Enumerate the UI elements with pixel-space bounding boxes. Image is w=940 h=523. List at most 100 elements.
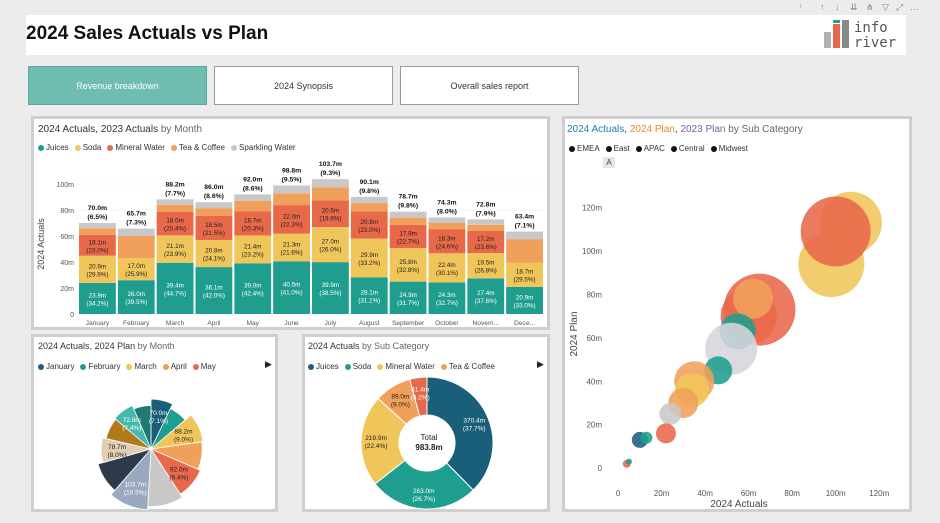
legend-label: January xyxy=(46,362,75,371)
bubble-point[interactable] xyxy=(800,196,871,267)
x-tick-label: March xyxy=(166,320,185,327)
tab-overall-sales-report[interactable]: Overall sales report xyxy=(400,66,579,105)
legend-item[interactable]: EMEA xyxy=(569,144,600,153)
legend-item[interactable]: May xyxy=(192,362,216,371)
title-part: 2024 Actuals xyxy=(38,124,96,135)
bubble-point[interactable] xyxy=(625,458,632,465)
down-arrow-icon[interactable]: ↓ xyxy=(835,2,840,12)
bar-total-label: 103.7m xyxy=(319,161,342,168)
bar-segment[interactable] xyxy=(506,239,543,263)
bar-segment[interactable] xyxy=(506,231,543,240)
filter-icon[interactable]: ▽ xyxy=(882,2,889,13)
legend-item[interactable]: Mineral Water xyxy=(377,362,435,371)
more-icon[interactable]: … xyxy=(910,2,919,12)
segment-value-label: 17.2m xyxy=(477,236,495,243)
x-tick-label: October xyxy=(435,320,459,327)
title-part: by Sub Category xyxy=(725,124,803,135)
bar-segment[interactable] xyxy=(428,217,466,223)
legend-item[interactable]: March xyxy=(126,362,157,371)
segment-value-label: 17.9m xyxy=(399,230,417,237)
slice-pct-label: (7.4%) xyxy=(122,425,141,432)
bar-segment[interactable] xyxy=(467,219,505,225)
bar-segment[interactable] xyxy=(195,202,233,209)
logo-text-top: info xyxy=(854,20,888,36)
legend-item[interactable]: Midwest xyxy=(710,144,748,153)
expand-icon[interactable]: ⤢ xyxy=(896,2,903,13)
legend-next-icon[interactable]: ▶ xyxy=(537,359,544,370)
bar-segment[interactable] xyxy=(117,236,155,259)
x-tick-label: 60m xyxy=(741,489,757,498)
legend-item[interactable]: Tea & Coffee xyxy=(440,362,495,371)
legend-item[interactable]: Soda xyxy=(344,362,372,371)
tab-2024-synopsis[interactable]: 2024 Synopsis xyxy=(214,66,393,105)
segment-value-label: 20.9m xyxy=(89,263,107,270)
x-tick-label: September xyxy=(392,320,425,327)
segment-value-label: 20.9m xyxy=(516,294,534,301)
legend-item[interactable]: East xyxy=(605,144,630,153)
bar-segment[interactable] xyxy=(389,217,427,225)
bar-segment[interactable] xyxy=(79,223,116,229)
bar-segment[interactable] xyxy=(350,196,388,204)
bar-segment[interactable] xyxy=(312,187,349,201)
bar-segment[interactable] xyxy=(234,200,272,212)
segment-pct-label: (39.5%) xyxy=(125,299,147,306)
bar-segment[interactable] xyxy=(428,223,466,230)
legend-item[interactable]: APAC xyxy=(635,144,665,153)
x-axis-label: 2024 Actuals xyxy=(710,499,767,509)
segment-value-label: 21.3m xyxy=(283,242,301,249)
segment-value-label: 20.8m xyxy=(360,219,378,226)
bar-segment[interactable] xyxy=(389,211,427,218)
segment-pct-label: (37.6%) xyxy=(475,298,497,305)
double-down-icon[interactable]: ⇊ xyxy=(850,2,858,13)
legend-item[interactable]: April xyxy=(162,362,187,371)
legend-item[interactable]: January xyxy=(38,362,74,371)
bubble-point[interactable] xyxy=(733,278,773,319)
x-tick-label: August xyxy=(359,320,380,327)
bar-segment[interactable] xyxy=(234,194,272,201)
x-tick-label: June xyxy=(284,320,299,327)
badge-a-icon[interactable]: A xyxy=(603,157,615,168)
bar-segment[interactable] xyxy=(117,228,155,236)
legend-label: Soda xyxy=(352,362,372,371)
bar-total-pct: (8.6%) xyxy=(243,185,263,192)
legend-item[interactable]: Central xyxy=(670,144,705,153)
x-tick-label: May xyxy=(247,320,260,327)
up-arrow-icon[interactable]: ↑ xyxy=(820,2,825,12)
legend-item[interactable]: Juices xyxy=(308,362,339,371)
slice-pct-label: (9.0%) xyxy=(174,436,193,443)
slice-value-label: 88.2m xyxy=(175,428,193,435)
bar-segment[interactable] xyxy=(273,193,310,206)
bar-segment[interactable] xyxy=(156,204,194,212)
segment-pct-label: (41.0%) xyxy=(281,290,303,297)
segment-pct-label: (23.0%) xyxy=(358,227,380,234)
bar-segment[interactable] xyxy=(79,228,116,235)
bubble-point[interactable] xyxy=(659,402,682,425)
bar-segment[interactable] xyxy=(156,199,194,205)
tab-revenue-breakdown[interactable]: Revenue breakdown xyxy=(28,66,207,105)
segment-pct-label: (23.2%) xyxy=(242,251,264,258)
info-icon[interactable]: ⁱ xyxy=(800,2,802,13)
bar-total-label: 65.7m xyxy=(127,211,146,218)
bubble-point[interactable] xyxy=(640,431,653,444)
bar-segment[interactable] xyxy=(195,208,233,216)
segment-pct-label: (42.0%) xyxy=(203,293,225,300)
bar-segment[interactable] xyxy=(350,203,388,212)
legend-label: Tea & Coffee xyxy=(448,362,495,371)
hierarchy-icon[interactable]: ⋔ xyxy=(866,2,874,13)
bubble-point[interactable] xyxy=(655,423,676,444)
inforiver-logo: info river xyxy=(824,20,904,50)
bar-total-pct: (9.5%) xyxy=(282,177,302,184)
bar-segment[interactable] xyxy=(273,185,310,194)
bar-segment[interactable] xyxy=(312,179,349,188)
y-tick-label: 120m xyxy=(582,204,602,213)
segment-pct-label: (33.2%) xyxy=(358,260,380,267)
bar-segment[interactable] xyxy=(467,224,505,231)
legend-next-icon[interactable]: ▶ xyxy=(265,359,272,370)
bar-total-pct: (7.9%) xyxy=(476,210,496,217)
y-tick-label: 80m xyxy=(586,290,602,299)
segment-pct-label: (33.0%) xyxy=(514,302,536,309)
legend-item[interactable]: February xyxy=(80,362,120,371)
legend-label: East xyxy=(613,144,630,153)
legend-label: Central xyxy=(678,144,705,153)
y-axis-label: 2024 Actuals xyxy=(36,218,46,270)
